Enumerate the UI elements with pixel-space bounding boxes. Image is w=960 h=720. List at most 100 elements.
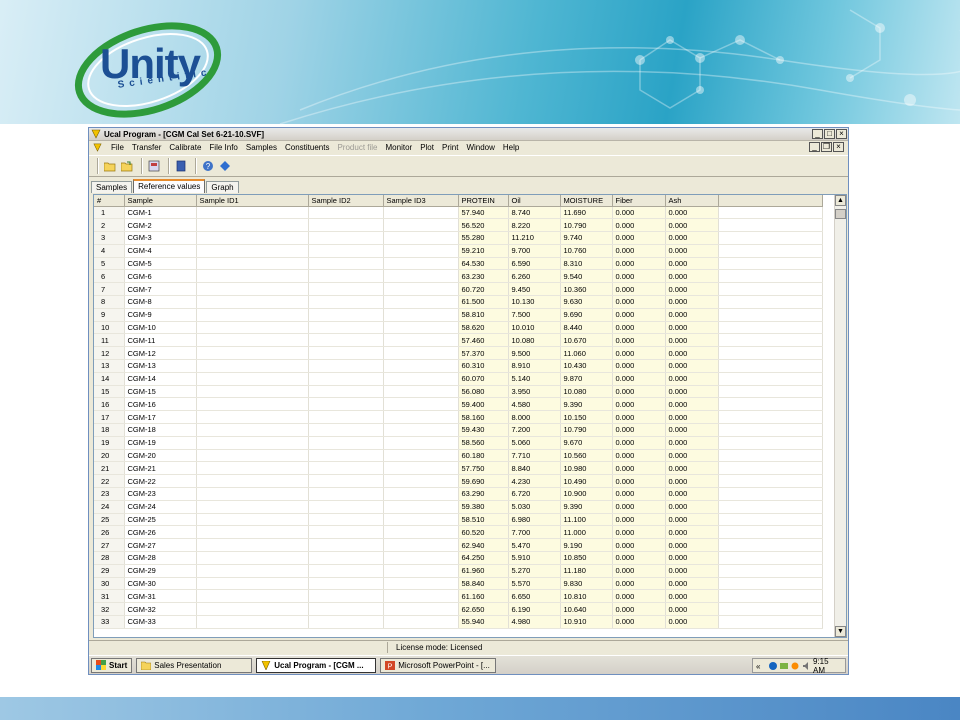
table-cell[interactable]: 0.000 (665, 538, 719, 553)
column-header[interactable]: Ash (665, 195, 719, 207)
table-cell[interactable]: 62.940 (458, 538, 509, 553)
table-cell[interactable]: 8.740 (508, 206, 561, 220)
doc-minimize-button[interactable]: _ (809, 142, 820, 152)
table-cell[interactable] (196, 551, 309, 565)
table-cell[interactable]: CGM-4 (124, 244, 197, 258)
open-folder-button[interactable] (103, 159, 117, 173)
menu-file[interactable]: File (107, 143, 128, 152)
table-cell[interactable]: 0.000 (665, 244, 719, 258)
table-cell[interactable]: 0.000 (612, 500, 666, 514)
table-cell[interactable]: CGM-30 (124, 577, 197, 591)
table-cell[interactable] (383, 602, 459, 616)
table-cell[interactable]: 0.000 (612, 295, 666, 309)
table-cell[interactable] (383, 282, 459, 297)
column-header[interactable]: Oil (508, 195, 561, 207)
task-powerpoint[interactable]: P Microsoft PowerPoint - [... (380, 657, 497, 673)
table-cell[interactable]: 0.000 (612, 206, 666, 220)
column-header[interactable]: Sample ID1 (196, 195, 309, 207)
table-cell[interactable]: 0.000 (665, 577, 719, 591)
table-cell[interactable] (308, 602, 384, 616)
table-row[interactable]: 9 CGM-9 58.810 7.500 9.690 0.000 0.000 (94, 308, 823, 322)
start-button[interactable]: Start (91, 657, 133, 673)
table-cell[interactable] (196, 487, 309, 501)
table-cell[interactable]: 0.000 (612, 423, 666, 437)
table-cell[interactable]: 0.000 (665, 449, 719, 463)
table-cell[interactable]: 11.100 (560, 513, 613, 527)
table-cell[interactable] (383, 269, 459, 284)
table-cell[interactable]: 11.000 (560, 525, 613, 540)
column-header[interactable]: Sample (124, 195, 197, 207)
table-cell[interactable]: CGM-14 (124, 372, 197, 386)
table-cell[interactable]: 0.000 (665, 206, 719, 220)
table-cell[interactable]: 0.000 (665, 269, 719, 284)
column-header[interactable]: Fiber (612, 195, 666, 207)
table-row[interactable]: 22 CGM-22 59.690 4.230 10.490 0.000 0.000 (94, 474, 823, 489)
menu-product-file[interactable]: Product file (333, 143, 381, 152)
table-cell[interactable]: 10.810 (560, 589, 613, 604)
table-cell[interactable]: 60.180 (458, 449, 509, 463)
table-cell[interactable] (308, 513, 384, 527)
table-cell[interactable]: CGM-1 (124, 206, 197, 220)
table-cell[interactable]: 9.700 (508, 244, 561, 258)
column-header[interactable]: Sample ID3 (383, 195, 459, 207)
table-cell[interactable] (308, 538, 384, 553)
table-cell[interactable]: 8.000 (508, 410, 561, 425)
table-cell[interactable] (308, 282, 384, 297)
table-cell[interactable] (308, 487, 384, 501)
task-ucal-program[interactable]: Ucal Program - [CGM ... (256, 657, 377, 673)
table-cell[interactable]: 9.450 (508, 282, 561, 297)
table-cell[interactable]: 59.400 (458, 397, 509, 412)
table-cell[interactable]: 0.000 (612, 461, 666, 476)
doc-close-button[interactable]: × (833, 142, 844, 152)
table-cell[interactable]: 25 (94, 513, 125, 527)
table-cell[interactable] (383, 218, 459, 233)
table-cell[interactable] (308, 346, 384, 361)
table-cell[interactable]: 6.650 (508, 589, 561, 604)
table-cell[interactable] (196, 500, 309, 514)
table-cell[interactable]: 59.210 (458, 244, 509, 258)
table-cell[interactable]: 10.760 (560, 244, 613, 258)
table-cell[interactable] (383, 525, 459, 540)
table-cell[interactable] (308, 436, 384, 450)
table-cell[interactable]: 31 (94, 589, 125, 604)
table-cell[interactable]: 10.360 (560, 282, 613, 297)
table-cell[interactable]: 9.740 (560, 231, 613, 245)
table-cell[interactable] (196, 295, 309, 309)
table-cell[interactable]: 0.000 (612, 397, 666, 412)
table-cell[interactable] (196, 564, 309, 578)
table-row[interactable]: 2 CGM-2 56.520 8.220 10.790 0.000 0.000 (94, 218, 823, 233)
table-cell[interactable]: 5.060 (508, 436, 561, 450)
table-cell[interactable]: CGM-23 (124, 487, 197, 501)
table-cell[interactable]: CGM-20 (124, 449, 197, 463)
table-cell[interactable]: 10.900 (560, 487, 613, 501)
table-cell[interactable] (308, 615, 384, 629)
table-cell[interactable] (383, 206, 459, 220)
menu-print[interactable]: Print (438, 143, 462, 152)
table-row[interactable]: 31 CGM-31 61.160 6.650 10.810 0.000 0.000 (94, 589, 823, 604)
scroll-down-button[interactable]: ▼ (835, 626, 846, 637)
table-cell[interactable]: 0.000 (665, 321, 719, 335)
table-cell[interactable]: 0.000 (612, 436, 666, 450)
table-cell[interactable]: CGM-33 (124, 615, 197, 629)
table-cell[interactable] (383, 487, 459, 501)
table-cell[interactable]: 10.560 (560, 449, 613, 463)
table-row[interactable]: 3 CGM-3 55.280 11.210 9.740 0.000 0.000 (94, 231, 823, 245)
table-cell[interactable] (196, 474, 309, 489)
table-cell[interactable]: 12 (94, 346, 125, 361)
menu-transfer[interactable]: Transfer (128, 143, 166, 152)
table-row[interactable]: 25 CGM-25 58.510 6.980 11.100 0.000 0.000 (94, 513, 823, 527)
table-cell[interactable]: 0.000 (612, 269, 666, 284)
table-cell[interactable]: 8.440 (560, 321, 613, 335)
table-cell[interactable]: 64.250 (458, 551, 509, 565)
table-cell[interactable]: 7 (94, 282, 125, 297)
table-cell[interactable]: 0.000 (665, 282, 719, 297)
table-cell[interactable]: 19 (94, 436, 125, 450)
table-cell[interactable]: CGM-7 (124, 282, 197, 297)
menu-window[interactable]: Window (462, 143, 498, 152)
table-row[interactable]: 28 CGM-28 64.250 5.910 10.850 0.000 0.000 (94, 551, 823, 565)
table-cell[interactable]: 13 (94, 359, 125, 373)
table-cell[interactable] (196, 282, 309, 297)
table-cell[interactable]: 7.710 (508, 449, 561, 463)
table-cell[interactable] (308, 423, 384, 437)
table-cell[interactable]: 56.520 (458, 218, 509, 233)
